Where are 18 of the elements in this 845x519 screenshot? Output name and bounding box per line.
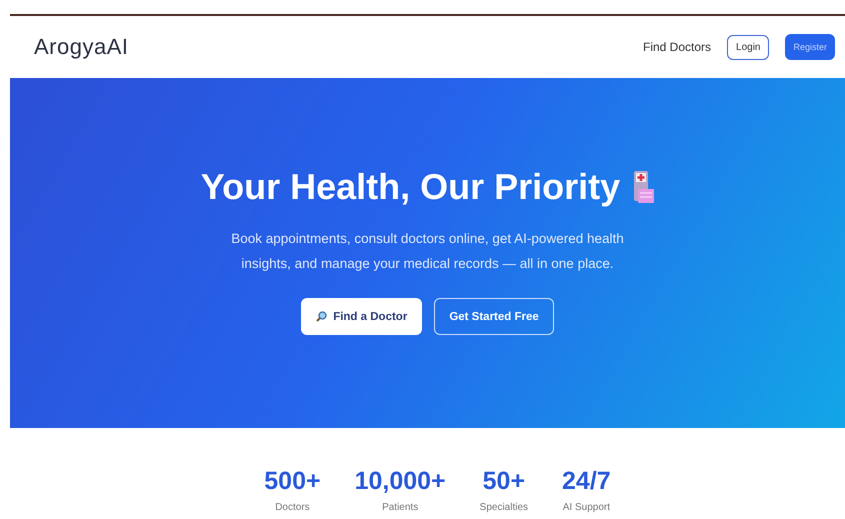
get-started-button[interactable]: Get Started Free — [434, 298, 554, 335]
search-icon — [316, 311, 328, 322]
hospital-icon — [632, 169, 654, 205]
register-button[interactable]: Register — [785, 34, 835, 60]
find-doctors-link[interactable]: Find Doctors — [642, 40, 712, 54]
stat-label: Specialties — [480, 502, 528, 513]
login-button[interactable]: Login — [727, 34, 770, 60]
stat-value: 24/7 — [562, 466, 611, 496]
stat-value: 10,000+ — [354, 466, 446, 496]
stat-value: 500+ — [264, 466, 321, 496]
hero-description: Book appointments, consult doctors online, get AI-powered health insights, and manage your medical records — all in one place. — [230, 230, 625, 273]
stat-label: Patients — [382, 502, 418, 513]
hero-title: Your Health, Our Priority — [200, 166, 620, 208]
logo: ArogyaAI — [34, 34, 130, 60]
stat-label: Doctors — [275, 502, 310, 513]
stat-value: 50+ — [482, 466, 526, 496]
find-doctor-button[interactable]: Find a Doctor — [301, 298, 422, 335]
stat-label: AI Support — [562, 502, 610, 513]
